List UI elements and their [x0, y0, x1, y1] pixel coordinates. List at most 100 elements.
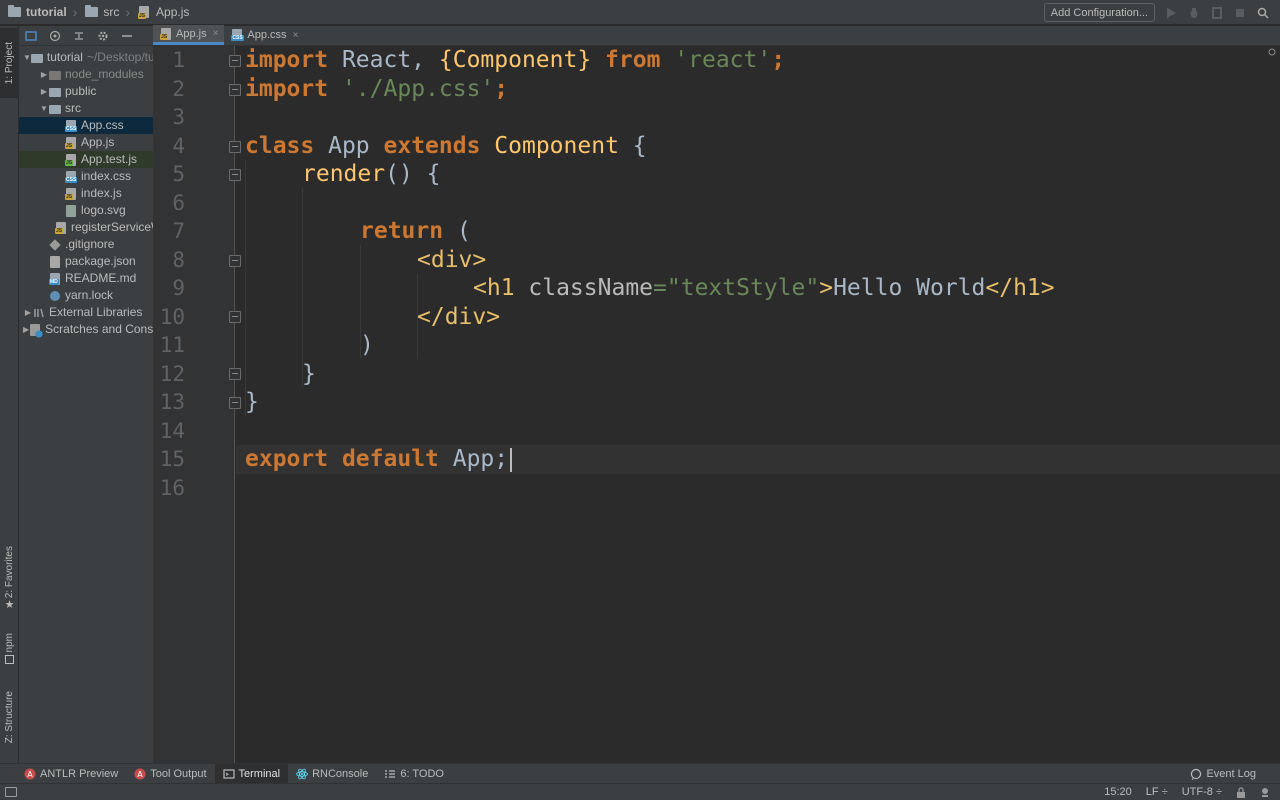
fold-marker-icon[interactable]	[229, 169, 241, 181]
code-token: }	[302, 360, 316, 387]
tab-project[interactable]: 1: Project	[0, 28, 19, 98]
lock-icon[interactable]	[1236, 786, 1246, 798]
tree-row-label: Scratches and Consoles	[45, 322, 153, 336]
tree-row[interactable]: CSS App.css	[19, 117, 153, 134]
tree-row[interactable]: CSS index.css	[19, 168, 153, 185]
file-encoding[interactable]: UTF-8 ÷	[1182, 786, 1222, 798]
library-icon	[33, 307, 45, 319]
hide-panel-icon[interactable]	[121, 30, 133, 42]
debug-icon[interactable]	[1188, 7, 1200, 19]
project-view-icon[interactable]	[25, 30, 37, 42]
inspection-status-icon[interactable]	[1268, 48, 1276, 56]
code-token: export	[245, 446, 329, 472]
tree-row[interactable]: ▶ External Libraries	[19, 304, 153, 321]
search-everywhere-icon[interactable]	[1257, 7, 1269, 19]
collapse-arrow-icon[interactable]: ▶	[39, 83, 49, 100]
event-log-label: Event Log	[1206, 767, 1256, 780]
caret-position[interactable]: 15:20	[1104, 786, 1132, 798]
scratches-icon	[29, 323, 43, 338]
expand-arrow-icon[interactable]: ▼	[23, 49, 31, 66]
tab-npm[interactable]: npm	[0, 626, 19, 671]
add-configuration-button[interactable]: Add Configuration...	[1043, 3, 1155, 22]
tree-row-label: App.css	[81, 118, 124, 132]
line-number: 5	[172, 162, 185, 186]
close-icon[interactable]: ×	[293, 30, 299, 41]
tree-row[interactable]: ▼ tutorial~/Desktop/tutorial	[19, 49, 153, 66]
breadcrumb-src[interactable]: src ›	[77, 0, 130, 25]
code-token: <div>	[417, 246, 487, 273]
tree-row-label: yarn.lock	[65, 288, 114, 302]
tree-row[interactable]: ▶ public	[19, 83, 153, 100]
fold-marker-icon[interactable]	[229, 255, 241, 267]
event-log-button[interactable]: Event Log	[1182, 764, 1264, 783]
coverage-icon[interactable]	[1211, 6, 1223, 19]
tree-row[interactable]: package.json	[19, 253, 153, 270]
collapse-arrow-icon[interactable]: ▶	[23, 304, 33, 321]
code-token: App;	[438, 446, 509, 472]
tree-row[interactable]: JS App.js	[19, 134, 153, 151]
fold-marker-icon[interactable]	[229, 368, 241, 380]
gear-icon[interactable]	[97, 30, 109, 42]
tool-rnconsole[interactable]: RNConsole	[288, 764, 376, 783]
tree-row[interactable]: .gitignore	[19, 236, 153, 253]
tree-row[interactable]: logo.svg	[19, 202, 153, 219]
line-number: 8	[172, 247, 185, 272]
code-line-10: </div>	[417, 303, 500, 332]
line-number: 6	[172, 190, 185, 215]
tab-label: App.js	[176, 27, 207, 40]
breadcrumb-app-js[interactable]: JS App.js	[130, 0, 189, 25]
tool-label: Tool Output	[150, 767, 207, 780]
todo-icon	[385, 769, 396, 778]
close-icon[interactable]: ×	[213, 28, 219, 39]
fold-marker-icon[interactable]	[229, 84, 241, 96]
line-number: 4	[172, 133, 185, 158]
code-token: 'react'	[674, 47, 772, 73]
tree-row[interactable]: JS registerServiceWorker.js	[19, 219, 153, 236]
json-file-icon	[49, 255, 61, 268]
code-line-4: class App extends Component {	[245, 132, 647, 161]
tab-favorites[interactable]: 2: Favorites ★	[0, 541, 19, 616]
tab-app-js[interactable]: JS App.js ×	[153, 25, 225, 45]
tree-row[interactable]: yarn.lock	[19, 287, 153, 304]
fold-marker-icon[interactable]	[229, 141, 241, 153]
line-number: 7	[172, 219, 185, 243]
tool-windows-toggle-icon[interactable]	[5, 787, 17, 797]
stop-icon[interactable]	[1234, 7, 1246, 19]
event-log-icon	[1191, 768, 1202, 780]
tree-row[interactable]: ▼ src	[19, 100, 153, 117]
tool-todo[interactable]: 6: TODO	[376, 764, 452, 783]
tree-row[interactable]: JS index.js	[19, 185, 153, 202]
tool-antlr-preview[interactable]: A ANTLR Preview	[16, 764, 126, 783]
breadcrumb-tutorial[interactable]: tutorial ›	[0, 0, 77, 25]
scroll-from-source-icon[interactable]	[49, 30, 61, 42]
tab-app-css[interactable]: CSS App.css ×	[224, 25, 304, 45]
line-separator[interactable]: LF ÷	[1146, 786, 1168, 798]
tool-tool-output[interactable]: A Tool Output	[126, 764, 214, 783]
tree-row[interactable]: ▶Scratches and Consoles	[19, 321, 153, 338]
tree-row-label: logo.svg	[81, 203, 126, 217]
tree-row-label: node_modules	[65, 67, 144, 81]
collapse-all-icon[interactable]	[73, 30, 85, 42]
line-number: 13	[159, 390, 185, 414]
run-icon[interactable]	[1165, 7, 1177, 19]
tab-structure[interactable]: Z: Structure	[0, 681, 19, 753]
code-line-2: import './App.css';	[245, 75, 508, 104]
tree-row-label: External Libraries	[49, 305, 143, 319]
expand-arrow-icon[interactable]: ▼	[39, 100, 49, 117]
tool-terminal[interactable]: Terminal	[214, 764, 289, 783]
indent-guide	[302, 188, 303, 387]
tree-row[interactable]: JS App.test.js	[19, 151, 153, 168]
fold-marker-icon[interactable]	[229, 397, 241, 409]
tree-row[interactable]: ▶ node_modules	[19, 66, 153, 83]
code-editor[interactable]: 1 2 3 4 5 6 7 8 9 10 11 12 13 14 15 16 import React, {C…	[153, 46, 1280, 763]
tree-row-label: README.md	[65, 271, 137, 285]
code-line-12: }	[302, 360, 316, 389]
tree-row[interactable]: MD README.md	[19, 270, 153, 287]
js-file-icon: JS	[138, 5, 151, 19]
fold-marker-icon[interactable]	[229, 55, 241, 67]
collapse-arrow-icon[interactable]: ▶	[39, 66, 49, 83]
svg-text:A: A	[138, 770, 144, 779]
css-file-icon: CSS	[231, 29, 244, 41]
inspector-icon[interactable]	[1260, 787, 1270, 798]
fold-marker-icon[interactable]	[229, 311, 241, 323]
